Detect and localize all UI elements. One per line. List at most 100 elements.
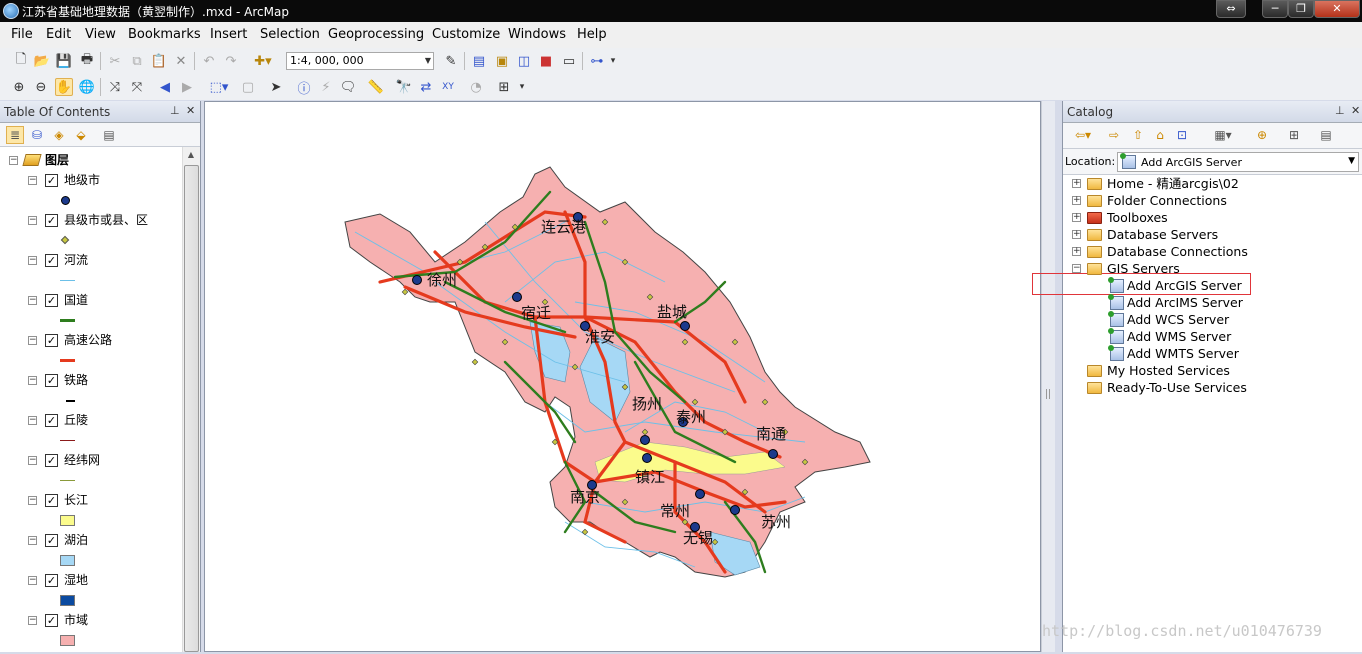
list-by-source-icon[interactable]: ⛁	[28, 126, 46, 144]
expand-icon[interactable]: +	[1072, 196, 1081, 205]
cut-icon[interactable]: ✂	[106, 52, 124, 70]
find-route-icon[interactable]: ⇄	[417, 78, 435, 96]
restore-size-button[interactable]: ⇔	[1216, 0, 1246, 18]
menu-help[interactable]: Help	[577, 27, 607, 42]
layer-collapse-icon[interactable]: −	[28, 336, 37, 345]
location-select[interactable]: Add ArcGIS Server ▼	[1117, 152, 1359, 172]
fixed-zoom-in-icon[interactable]: ⤨	[106, 78, 124, 96]
layer-collapse-icon[interactable]: −	[28, 456, 37, 465]
layer-collapse-icon[interactable]: −	[28, 416, 37, 425]
close-icon[interactable]: ✕	[1351, 104, 1360, 117]
layer-visibility-checkbox[interactable]: ✓	[45, 294, 58, 307]
menu-bookmarks[interactable]: Bookmarks	[128, 27, 201, 42]
pin-icon[interactable]: ⊥	[1335, 104, 1345, 117]
list-by-selection-icon[interactable]: ⬙	[72, 126, 90, 144]
search-window-icon[interactable]: ◫	[515, 52, 533, 70]
list-by-drawing-order-icon[interactable]: ≣	[6, 126, 24, 144]
layer-name[interactable]: 经纬网	[64, 451, 100, 469]
forward-arrow-icon[interactable]: ⇨	[1105, 126, 1123, 144]
home-icon[interactable]: ⌂	[1151, 126, 1169, 144]
pan-icon[interactable]: ✋	[55, 78, 73, 96]
print-icon[interactable]: 🖶	[78, 52, 96, 70]
layer-collapse-icon[interactable]: −	[28, 216, 37, 225]
editor-toolbar-icon[interactable]: ✎	[442, 52, 460, 70]
select-elements-icon[interactable]: ➤	[267, 78, 285, 96]
list-by-visibility-icon[interactable]: ◈	[50, 126, 68, 144]
catalog-options-icon[interactable]: ▤	[1317, 126, 1335, 144]
find-icon[interactable]: 🔭	[395, 78, 413, 96]
layer-name[interactable]: 铁路	[64, 371, 88, 389]
layer-name[interactable]: 湿地	[64, 571, 88, 589]
layer-name[interactable]: 丘陵	[64, 411, 88, 429]
add-data-icon[interactable]: ✚▾	[250, 52, 276, 70]
layer-name[interactable]: 县级市或县、区	[64, 211, 148, 229]
pin-icon[interactable]: ⊥	[170, 104, 180, 117]
toc-options-icon[interactable]: ▤	[100, 126, 118, 144]
expand-icon[interactable]: +	[1072, 213, 1081, 222]
catalog-tree-item[interactable]: Add WMTS Server	[1127, 345, 1239, 362]
layer-collapse-icon[interactable]: −	[28, 296, 37, 305]
catalog-tree-item[interactable]: Folder Connections	[1107, 192, 1227, 209]
layer-name[interactable]: 地级市	[64, 171, 100, 189]
select-features-icon[interactable]: ⬚▾	[206, 78, 232, 96]
zoom-in-icon[interactable]: ⊕	[10, 78, 28, 96]
catalog-tree-item[interactable]: Database Servers	[1107, 226, 1218, 243]
expand-icon[interactable]: +	[1072, 179, 1081, 188]
catalog-tree-item[interactable]: Ready-To-Use Services	[1107, 379, 1247, 396]
layer-visibility-checkbox[interactable]: ✓	[45, 454, 58, 467]
expand-icon[interactable]: +	[1072, 230, 1081, 239]
toggle-contents-icon[interactable]: ⊞	[1285, 126, 1303, 144]
hyperlink-icon[interactable]: ⚡	[317, 78, 335, 96]
time-slider-icon[interactable]: ◔	[467, 78, 485, 96]
map-view[interactable]: 连云港 徐州 宿迁 淮安 盐城 扬州 泰州 南通 镇江 南京 常州 无锡 苏州	[204, 101, 1041, 652]
copy-icon[interactable]: ⧉	[128, 52, 146, 70]
open-folder-icon[interactable]: 📂	[33, 52, 51, 70]
table-of-contents-window-icon[interactable]: ▤	[470, 52, 488, 70]
data-frame-label[interactable]: 图层	[45, 151, 69, 169]
catalog-tree-item[interactable]: Add WCS Server	[1127, 311, 1229, 328]
clear-selection-icon[interactable]: ▢	[239, 78, 257, 96]
back-extent-icon[interactable]: ◀	[156, 78, 174, 96]
connect-to-folder-icon[interactable]: ⊡	[1173, 126, 1191, 144]
paste-icon[interactable]: 📋	[150, 52, 168, 70]
new-document-icon[interactable]: 🗋	[12, 52, 30, 70]
catalog-tree-item[interactable]: Home - 精通arcgis\02	[1107, 175, 1239, 192]
root-collapse-icon[interactable]: −	[9, 156, 18, 165]
python-window-icon[interactable]: ▭	[560, 52, 578, 70]
minimize-button[interactable]: ─	[1262, 0, 1288, 18]
new-folder-icon[interactable]: ⊕	[1253, 126, 1271, 144]
layer-collapse-icon[interactable]: −	[28, 176, 37, 185]
layer-visibility-checkbox[interactable]: ✓	[45, 414, 58, 427]
layer-visibility-checkbox[interactable]: ✓	[45, 334, 58, 347]
layer-name[interactable]: 长江	[64, 491, 88, 509]
collapse-icon[interactable]: −	[1072, 264, 1081, 273]
toolbar-options-icon[interactable]: ▾	[517, 78, 527, 96]
menu-view[interactable]: View	[85, 27, 116, 42]
close-button[interactable]: ✕	[1314, 0, 1360, 18]
html-popup-icon[interactable]: 🗨	[339, 78, 357, 96]
views-icon[interactable]: ▦▾	[1207, 126, 1239, 144]
layer-visibility-checkbox[interactable]: ✓	[45, 214, 58, 227]
map-scale-select[interactable]: 1:4, 000, 000 ▼	[286, 52, 434, 70]
save-icon[interactable]: 💾	[55, 52, 73, 70]
redo-icon[interactable]: ↷	[222, 52, 240, 70]
layer-visibility-checkbox[interactable]: ✓	[45, 374, 58, 387]
layer-visibility-checkbox[interactable]: ✓	[45, 174, 58, 187]
layer-name[interactable]: 湖泊	[64, 531, 88, 549]
layer-collapse-icon[interactable]: −	[28, 536, 37, 545]
arctoolbox-icon[interactable]: ■	[537, 52, 555, 70]
menu-edit[interactable]: Edit	[46, 27, 71, 42]
layer-name[interactable]: 河流	[64, 251, 88, 269]
layer-name[interactable]: 国道	[64, 291, 88, 309]
close-icon[interactable]: ✕	[186, 104, 195, 117]
layer-visibility-checkbox[interactable]: ✓	[45, 614, 58, 627]
menu-selection[interactable]: Selection	[260, 27, 320, 42]
zoom-out-icon[interactable]: ⊖	[32, 78, 50, 96]
layer-name[interactable]: 市域	[64, 611, 88, 629]
panel-splitter[interactable]	[1041, 101, 1055, 652]
scroll-thumb[interactable]	[184, 165, 199, 652]
layer-visibility-checkbox[interactable]: ✓	[45, 534, 58, 547]
forward-extent-icon[interactable]: ▶	[178, 78, 196, 96]
measure-icon[interactable]: 📏	[367, 78, 385, 96]
catalog-tree-item[interactable]: My Hosted Services	[1107, 362, 1230, 379]
